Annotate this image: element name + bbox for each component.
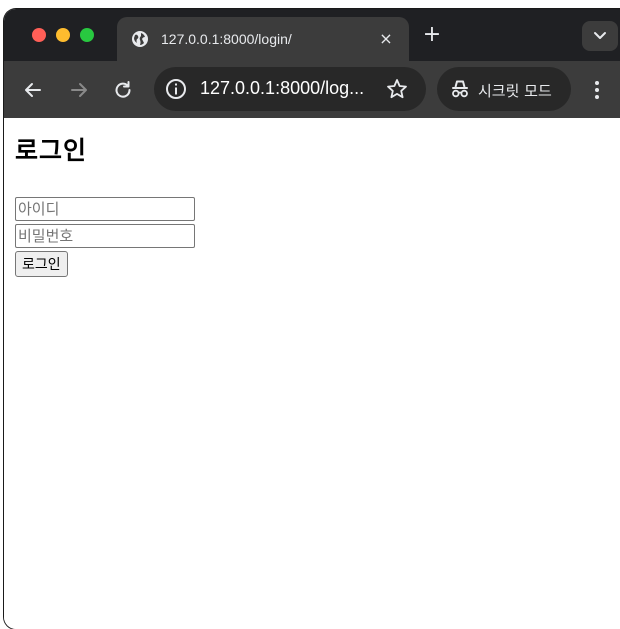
tab-search-button[interactable] (582, 21, 618, 51)
arrow-left-icon (25, 83, 41, 97)
page-title: 로그인 (15, 136, 88, 165)
reload-button[interactable] (110, 77, 136, 103)
chevron-down-icon (594, 32, 606, 39)
arrow-right-icon (71, 83, 87, 97)
browser-window: 127.0.0.1:8000/login/ × + 127.0.0.1:8000… (4, 9, 620, 629)
tab-title: 127.0.0.1:8000/login/ (161, 31, 292, 47)
more-vertical-icon (595, 81, 599, 99)
address-url: 127.0.0.1:8000/log... (200, 78, 365, 98)
address-bar[interactable]: 127.0.0.1:8000/log... (154, 67, 426, 111)
login-button[interactable]: 로그인 (15, 251, 68, 277)
more-menu-button[interactable] (588, 77, 606, 103)
title-bar: 127.0.0.1:8000/login/ × + (4, 9, 620, 61)
star-icon[interactable] (386, 78, 408, 100)
close-window-button[interactable] (32, 28, 46, 42)
password-input[interactable] (15, 224, 195, 248)
forward-button[interactable] (66, 77, 92, 103)
back-button[interactable] (20, 77, 46, 103)
browser-toolbar: 127.0.0.1:8000/log... 시크릿 모드 (4, 61, 620, 118)
tab-login[interactable]: 127.0.0.1:8000/login/ × (117, 17, 409, 61)
reload-icon (115, 81, 131, 98)
username-input[interactable] (15, 197, 195, 221)
minimize-window-button[interactable] (56, 28, 70, 42)
globe-icon (131, 30, 149, 48)
tab-close-icon[interactable]: × (375, 28, 397, 50)
incognito-icon (449, 78, 471, 100)
incognito-indicator[interactable]: 시크릿 모드 (437, 67, 571, 111)
incognito-label: 시크릿 모드 (478, 82, 552, 100)
page-content: 로그인 로그인 (4, 118, 620, 629)
maximize-window-button[interactable] (80, 28, 94, 42)
new-tab-button[interactable]: + (420, 23, 444, 47)
info-icon[interactable] (164, 77, 188, 101)
